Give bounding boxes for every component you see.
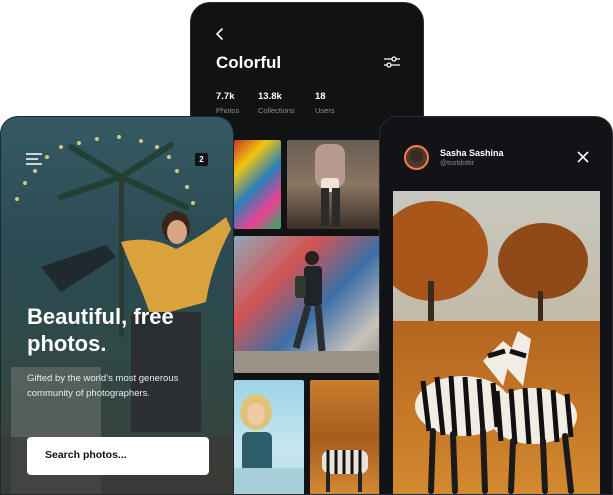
hero-subtitle: Gifted by the world’s most generous comm… — [27, 373, 179, 399]
photo-graffiti[interactable] — [234, 140, 281, 229]
search-input[interactable]: Search photos... — [27, 437, 209, 475]
collection-title: Colorful — [216, 53, 282, 72]
photo-graffiti-man[interactable] — [234, 236, 384, 373]
stat-photos[interactable]: 7.7k Photos — [216, 91, 239, 115]
stat-label: Users — [315, 106, 335, 115]
stat-value: 7.7k — [216, 91, 235, 102]
stat-value: 18 — [315, 91, 326, 102]
back-arrow-icon[interactable] — [213, 27, 227, 41]
user-handle: @tsotdottir — [440, 160, 474, 167]
photo-blonde-girl[interactable] — [234, 380, 304, 494]
stat-label: Collections — [258, 106, 295, 115]
close-icon[interactable] — [577, 151, 589, 163]
photo-lantern-girl[interactable] — [287, 140, 384, 229]
avatar[interactable] — [404, 145, 429, 170]
stat-value: 13.8k — [258, 91, 282, 102]
filter-icon[interactable] — [383, 55, 401, 69]
stat-label: Photos — [216, 106, 240, 115]
home-screen: 2 Beautiful, free photos. Gifted by the … — [0, 116, 234, 495]
notification-badge[interactable]: 2 — [195, 153, 208, 166]
menu-icon[interactable] — [26, 153, 42, 165]
blonde-girl-figure — [234, 394, 304, 494]
lantern-girl-figure — [315, 144, 345, 226]
photo-zebras-small[interactable] — [310, 380, 384, 494]
walking-man-figure — [234, 251, 384, 373]
zebras-small-figure — [322, 450, 368, 492]
hero-headline: Beautiful, free photos. — [27, 304, 174, 356]
photo-detail-screen: Sasha Sashina @tsotdottir — [379, 116, 613, 495]
zebra-photo[interactable] — [393, 191, 600, 494]
zebras-image — [393, 191, 600, 494]
stat-collections[interactable]: 13.8k Collections — [258, 91, 295, 115]
user-name[interactable]: Sasha Sashina — [440, 148, 504, 158]
stat-users[interactable]: 18 Users — [315, 91, 335, 115]
